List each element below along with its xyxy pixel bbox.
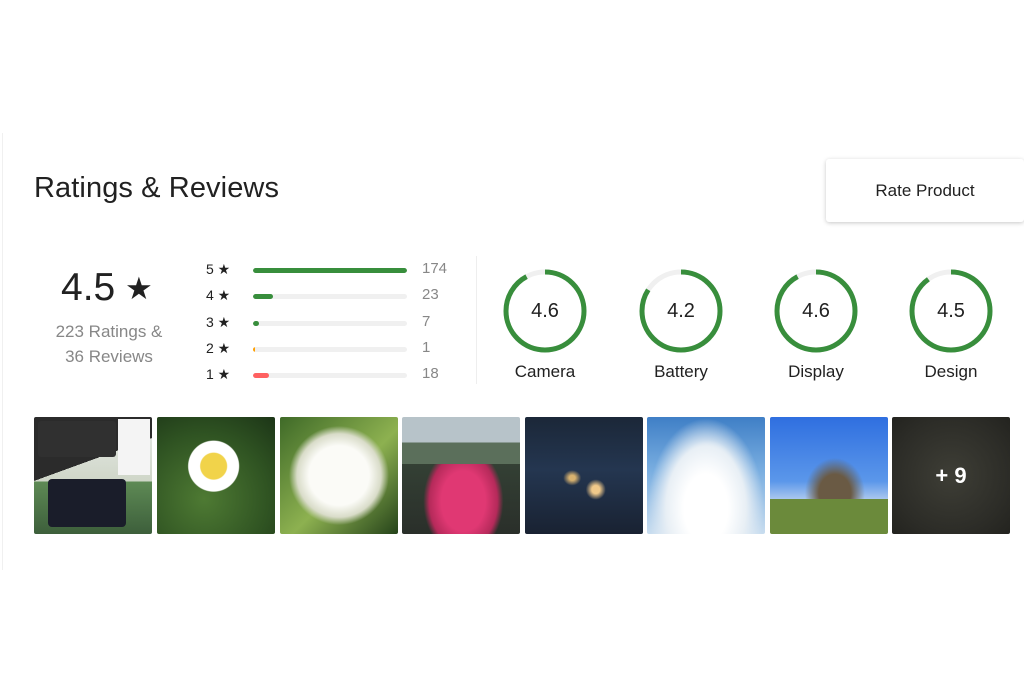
phone-box-image	[38, 421, 116, 457]
rating-row-label: 4 ★	[206, 287, 231, 303]
display-gauge: 4.6	[773, 268, 859, 354]
average-rating: 4.5	[61, 266, 116, 309]
rating-row-label: 2 ★	[206, 340, 231, 356]
photo-thumbnail-phone-box[interactable]	[34, 417, 152, 534]
more-photos-count: + 9	[935, 463, 967, 488]
photo-thumbnail-night-bridge[interactable]	[525, 417, 643, 534]
rating-bar-fill	[253, 373, 269, 378]
rating-row-count: 1	[422, 339, 431, 356]
battery-score: 4.2	[667, 300, 695, 322]
camera-score: 4.6	[531, 300, 559, 322]
average-star-icon: ★	[125, 271, 153, 306]
rate-product-button[interactable]: Rate Product	[826, 159, 1024, 222]
battery-label: Battery	[654, 362, 708, 381]
photo-thumbnail-yellow-flower[interactable]	[157, 417, 275, 534]
rating-bar-track	[253, 373, 407, 378]
design-score: 4.5	[937, 300, 965, 322]
photo-thumbnail-pink-lotus[interactable]	[402, 417, 520, 534]
rating-bar-track	[253, 347, 407, 352]
section-divider	[476, 256, 477, 384]
more-photos-button[interactable]: + 9	[892, 417, 1010, 534]
design-label: Design	[924, 362, 978, 381]
rating-bar-fill	[253, 321, 260, 326]
box-card-image	[118, 419, 150, 475]
camera-gauge: 4.6	[502, 268, 588, 354]
photo-thumbnail-clouds[interactable]	[647, 417, 765, 534]
display-score: 4.6	[802, 300, 830, 322]
ratings-count: 223 Ratings &	[55, 322, 163, 341]
rating-bar-fill	[253, 294, 274, 299]
reviews-count: 36 Reviews	[65, 347, 153, 366]
rating-row-label: 5 ★	[206, 261, 231, 277]
photo-thumbnail-trees-sky[interactable]	[770, 417, 888, 534]
rating-row-count: 7	[422, 313, 431, 330]
rating-row-label: 1 ★	[206, 366, 231, 382]
camera-label: Camera	[514, 362, 576, 381]
rating-row-count: 23	[422, 286, 439, 303]
rating-bar-fill	[253, 347, 256, 352]
rating-row-count: 18	[422, 365, 439, 382]
section-title: Ratings & Reviews	[34, 172, 280, 204]
rating-bar-fill	[253, 268, 407, 273]
battery-gauge: 4.2	[638, 268, 724, 354]
phone-screen-image	[48, 479, 126, 527]
rating-bar-track	[253, 294, 407, 299]
rating-row-count: 174	[422, 260, 448, 277]
design-gauge: 4.5	[908, 268, 994, 354]
rating-bar-track	[253, 268, 407, 273]
photo-thumbnail-white-flower[interactable]	[280, 417, 398, 534]
rating-row-label: 3 ★	[206, 314, 231, 330]
rating-bar-track	[253, 321, 407, 326]
display-label: Display	[788, 362, 844, 381]
